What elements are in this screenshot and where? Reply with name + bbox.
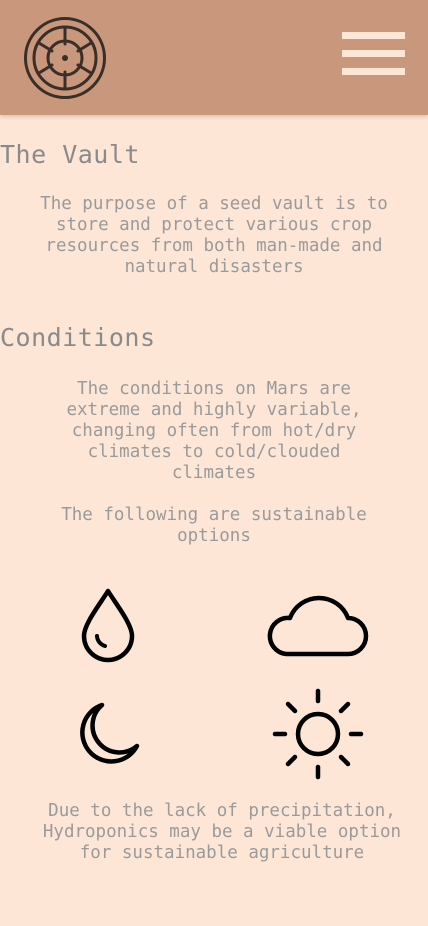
moon-icon (80, 702, 140, 764)
cloud-icon (267, 595, 369, 657)
conditions-title: Conditions (0, 323, 156, 352)
app-header (0, 0, 428, 115)
vault-wheel-icon[interactable] (23, 16, 107, 100)
hamburger-menu-icon[interactable] (342, 32, 406, 76)
menu-bar (342, 68, 405, 75)
vault-description: The purpose of a seed vault is to store … (40, 194, 388, 277)
vault-title: The Vault (0, 140, 140, 169)
menu-bar (342, 32, 405, 39)
hydroponics-note: Due to the lack of precipitation, Hydrop… (42, 801, 402, 863)
options-intro: The following are sustainable options (61, 505, 367, 546)
water-drop-icon (81, 588, 135, 663)
menu-bar (342, 50, 405, 57)
conditions-description: The conditions on Mars are extreme and h… (66, 379, 362, 483)
sun-icon (272, 688, 364, 780)
